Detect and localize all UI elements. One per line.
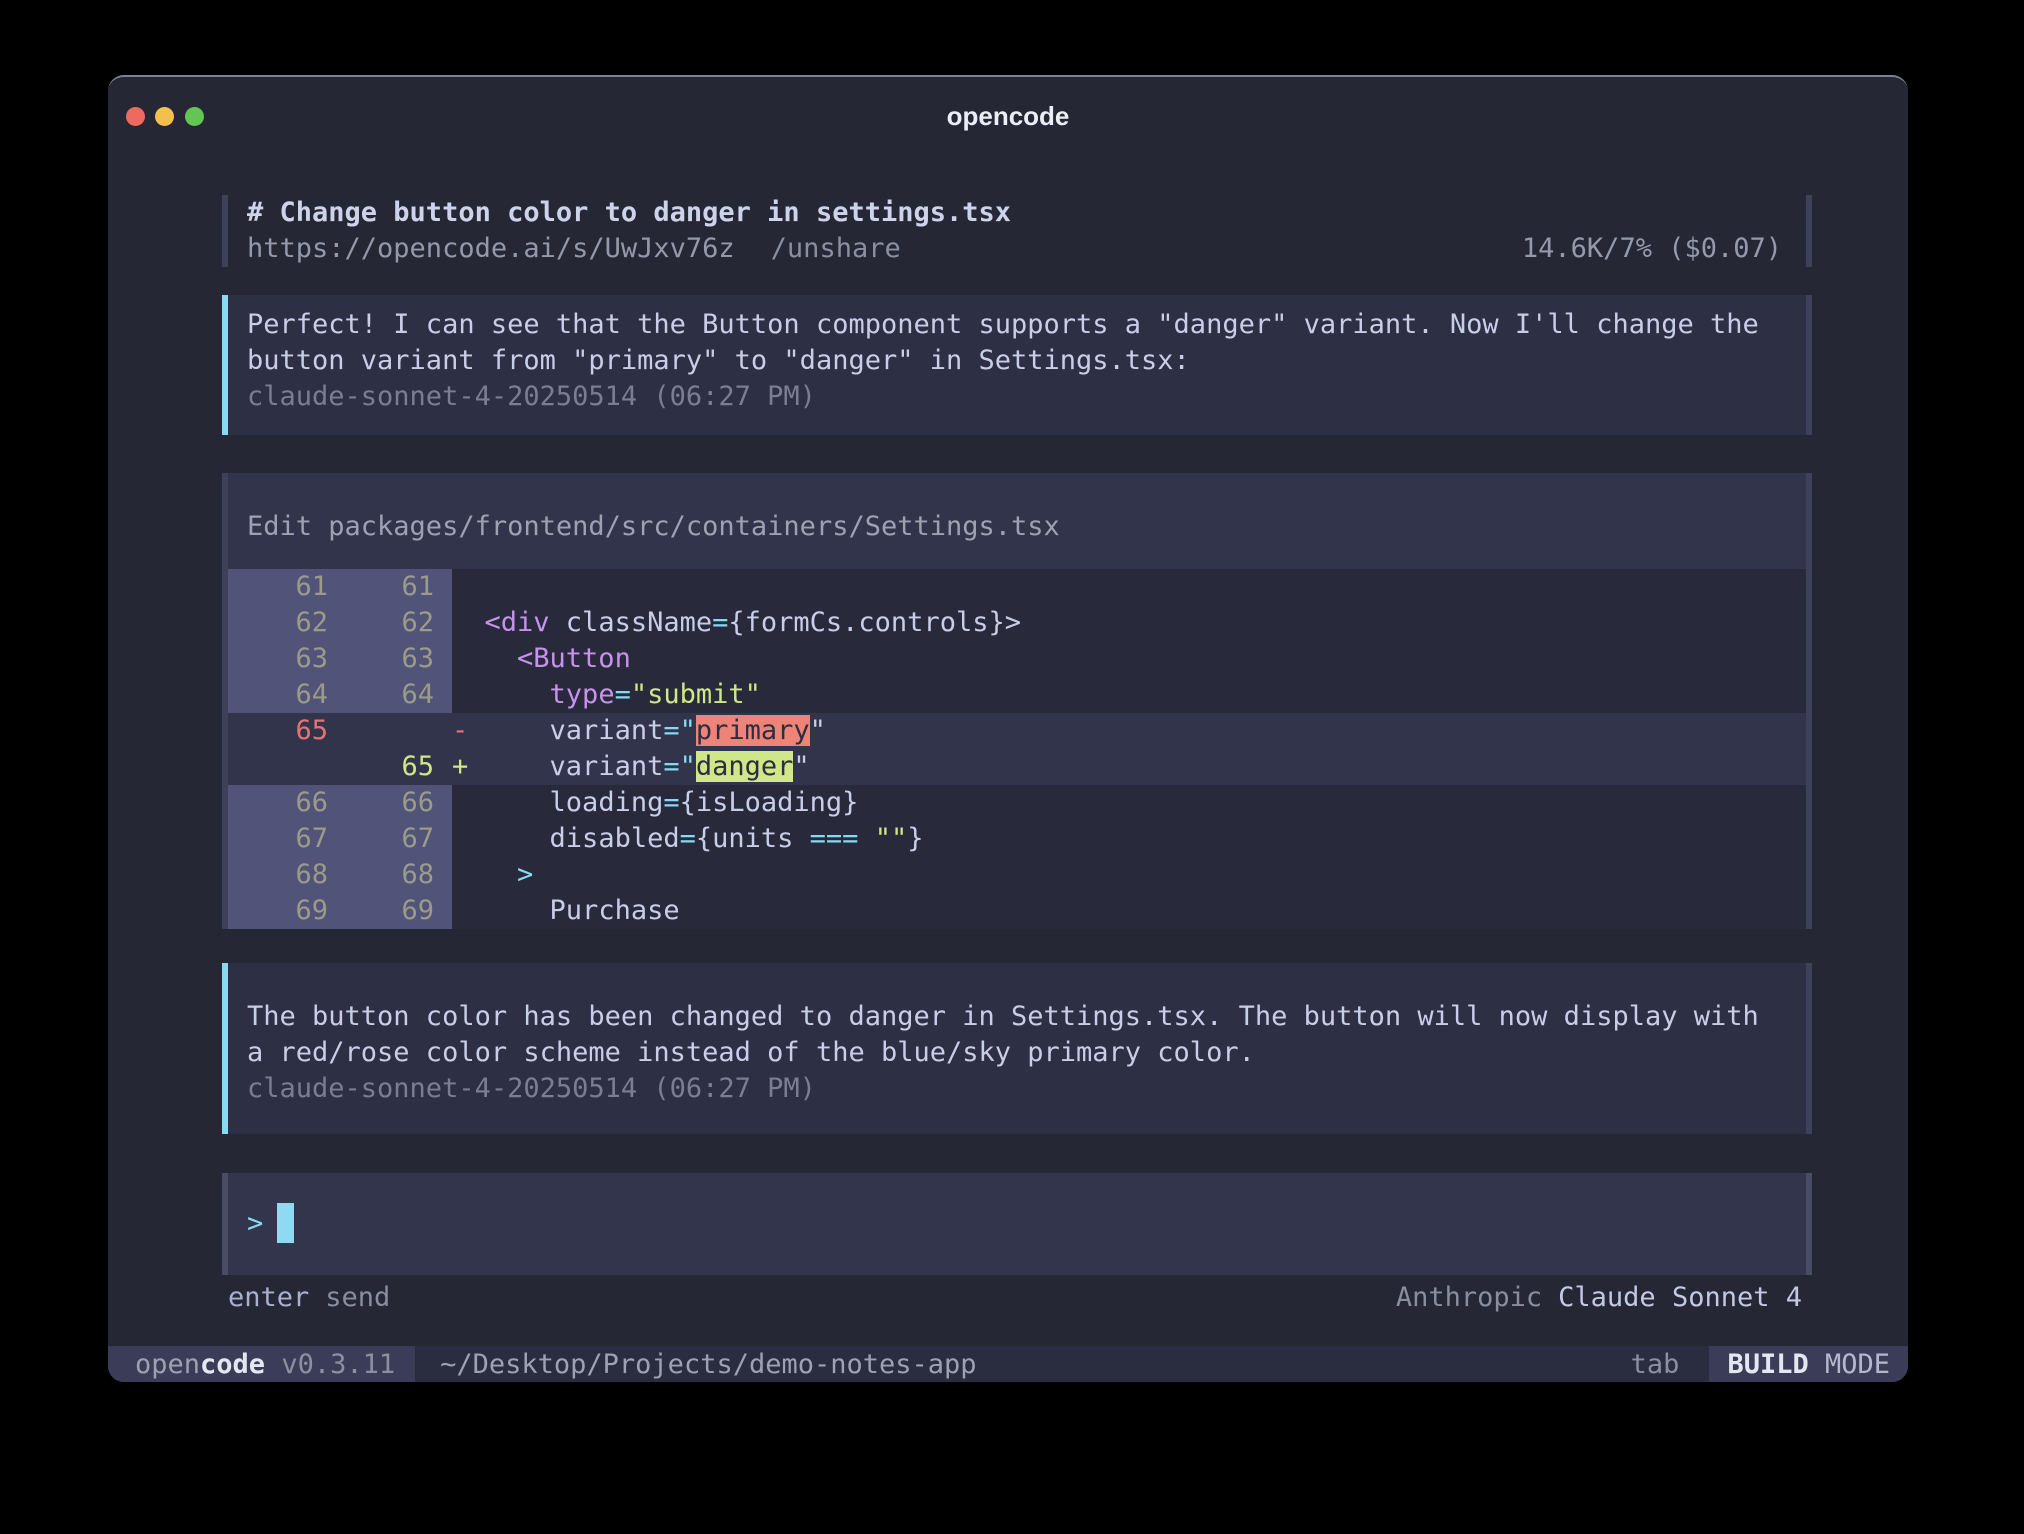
edit-tool-call: Edit packages/frontend/src/containers/Se…: [222, 473, 1812, 929]
app-name-suffix: code: [200, 1349, 265, 1380]
message-meta: claude-sonnet-4-20250514 (06:27 PM): [247, 1071, 1786, 1107]
old-line-number: 67: [228, 821, 340, 857]
diff-code-line: disabled={units === ""}: [452, 821, 1806, 857]
old-line-number: 62: [228, 605, 340, 641]
diff-row: 6464 type="submit": [228, 677, 1806, 713]
diff-row: 6161: [228, 569, 1806, 605]
model-name: Claude Sonnet 4: [1558, 1280, 1802, 1316]
app-version: v0.3.11: [265, 1349, 395, 1380]
prompt-symbol: >: [247, 1208, 263, 1239]
assistant-message: The button color has been changed to dan…: [222, 963, 1812, 1134]
token-usage: 14.6K/7% ($0.07): [1522, 231, 1782, 267]
old-line-number: 64: [228, 677, 340, 713]
build-mode-badge: BUILD MODE: [1709, 1346, 1908, 1382]
message-line: button variant from "primary" to "danger…: [247, 343, 1786, 379]
diff-code-line: Purchase: [452, 893, 1806, 929]
prompt-line: >: [247, 1201, 1806, 1245]
diff-code-line: >: [452, 857, 1806, 893]
prompt-input[interactable]: >: [222, 1173, 1812, 1275]
footer-hints: enter send Anthropic Claude Sonnet 4: [222, 1280, 1812, 1316]
text-cursor: [277, 1203, 294, 1243]
diff-row: 6969 Purchase: [228, 893, 1806, 929]
model-provider: Anthropic: [1396, 1280, 1542, 1316]
new-line-number: 61: [340, 569, 452, 605]
old-line-number: 69: [228, 893, 340, 929]
new-line-number: 65: [340, 749, 452, 785]
diff-row: 6262 <div className={formCs.controls}>: [228, 605, 1806, 641]
tab-key-hint[interactable]: tab: [1631, 1346, 1680, 1382]
diff-code-line: type="submit": [452, 677, 1806, 713]
old-line-number: 68: [228, 857, 340, 893]
app-name-prefix: open: [135, 1349, 200, 1380]
message-line: Perfect! I can see that the Button compo…: [247, 307, 1786, 343]
share-url-link[interactable]: https://opencode.ai/s/UwJxv76z: [247, 231, 735, 267]
new-line-number: 64: [340, 677, 452, 713]
old-line-number: [228, 749, 340, 785]
diff-row: 6868 >: [228, 857, 1806, 893]
new-line-number: [340, 713, 452, 749]
diff-row: 6363 <Button: [228, 641, 1806, 677]
session-header: # Change button color to danger in setti…: [222, 195, 1812, 267]
diff-code-line: <div className={formCs.controls}>: [452, 605, 1806, 641]
message-line: The button color has been changed to dan…: [247, 999, 1786, 1035]
opencode-window: opencode # Change button color to danger…: [108, 75, 1908, 1382]
old-line-number: 66: [228, 785, 340, 821]
session-title: # Change button color to danger in setti…: [247, 195, 1782, 231]
old-line-number: 65: [228, 713, 340, 749]
mode-label: MODE: [1809, 1349, 1890, 1380]
assistant-message: Perfect! I can see that the Button compo…: [222, 295, 1812, 435]
old-line-number: 61: [228, 569, 340, 605]
new-line-number: 68: [340, 857, 452, 893]
new-line-number: 63: [340, 641, 452, 677]
unshare-command[interactable]: /unshare: [771, 231, 901, 267]
enter-key-hint: enter: [228, 1280, 309, 1316]
diff-rows: 61616262 <div className={formCs.controls…: [228, 569, 1806, 929]
message-line: a red/rose color scheme instead of the b…: [247, 1035, 1786, 1071]
diff-code-line: <Button: [452, 641, 1806, 677]
session-subline: https://opencode.ai/s/UwJxv76z /unshare …: [247, 231, 1782, 267]
message-meta: claude-sonnet-4-20250514 (06:27 PM): [247, 379, 1786, 415]
new-line-number: 66: [340, 785, 452, 821]
mode-name: BUILD: [1727, 1349, 1808, 1380]
diff-row: 65+ variant="danger": [228, 749, 1806, 785]
window-title: opencode: [108, 101, 1908, 132]
diff-code-line: [452, 569, 1806, 605]
diff-code-line: loading={isLoading}: [452, 785, 1806, 821]
new-line-number: 69: [340, 893, 452, 929]
new-line-number: 62: [340, 605, 452, 641]
working-directory: ~/Desktop/Projects/demo-notes-app: [440, 1346, 976, 1382]
diff-code-line: + variant="danger": [452, 749, 1806, 785]
new-line-number: 67: [340, 821, 452, 857]
diff-row: 6767 disabled={units === ""}: [228, 821, 1806, 857]
app-name-badge: opencode v0.3.11: [108, 1346, 415, 1382]
diff-row: 6666 loading={isLoading}: [228, 785, 1806, 821]
old-line-number: 63: [228, 641, 340, 677]
diff-code-line: - variant="primary": [452, 713, 1806, 749]
status-bar: opencode v0.3.11 ~/Desktop/Projects/demo…: [108, 1346, 1908, 1382]
diff-row: 65 - variant="primary": [228, 713, 1806, 749]
send-action-hint: send: [325, 1280, 390, 1316]
edit-tool-title: Edit packages/frontend/src/containers/Se…: [228, 473, 1806, 569]
